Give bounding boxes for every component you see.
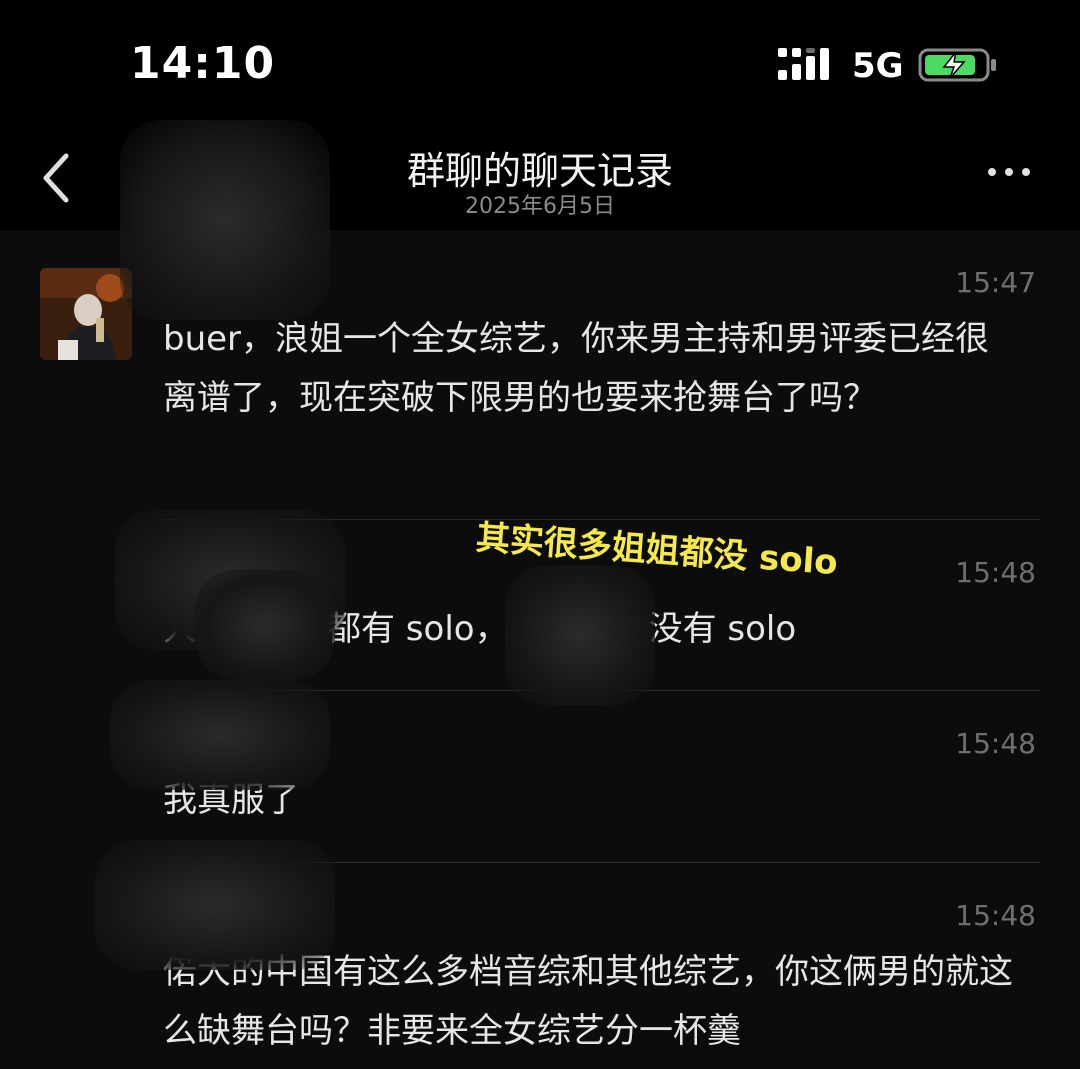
network-type: 5G — [852, 46, 904, 86]
battery-charging-icon — [918, 48, 996, 82]
chat-history[interactable]: 15:47 buer，浪姐一个全女综艺，你来男主持和男评委已经很离谱了，现在突破… — [0, 120, 1080, 1069]
message-text-part: 没有 solo — [648, 609, 797, 649]
message-time: 15:48 — [955, 727, 1036, 760]
redaction-mark — [95, 840, 335, 970]
message-text: buer，浪姐一个全女综艺，你来男主持和男评委已经很离谱了，现在突破下限男的也要… — [163, 319, 990, 418]
more-options-icon[interactable] — [984, 162, 1034, 182]
signal-strength-icon — [778, 48, 829, 80]
avatar[interactable] — [40, 268, 132, 360]
redaction-mark — [195, 570, 335, 680]
message-time: 15:47 — [955, 266, 1036, 299]
message-time: 15:48 — [955, 899, 1036, 932]
status-bar: 14:10 5G — [0, 0, 1080, 110]
redaction-mark — [120, 120, 330, 320]
redaction-mark — [505, 565, 655, 705]
status-time: 14:10 — [130, 38, 276, 89]
redaction-mark — [110, 680, 330, 790]
message-time: 15:48 — [955, 556, 1036, 589]
message-text-part: 都有 solo， — [327, 609, 509, 649]
